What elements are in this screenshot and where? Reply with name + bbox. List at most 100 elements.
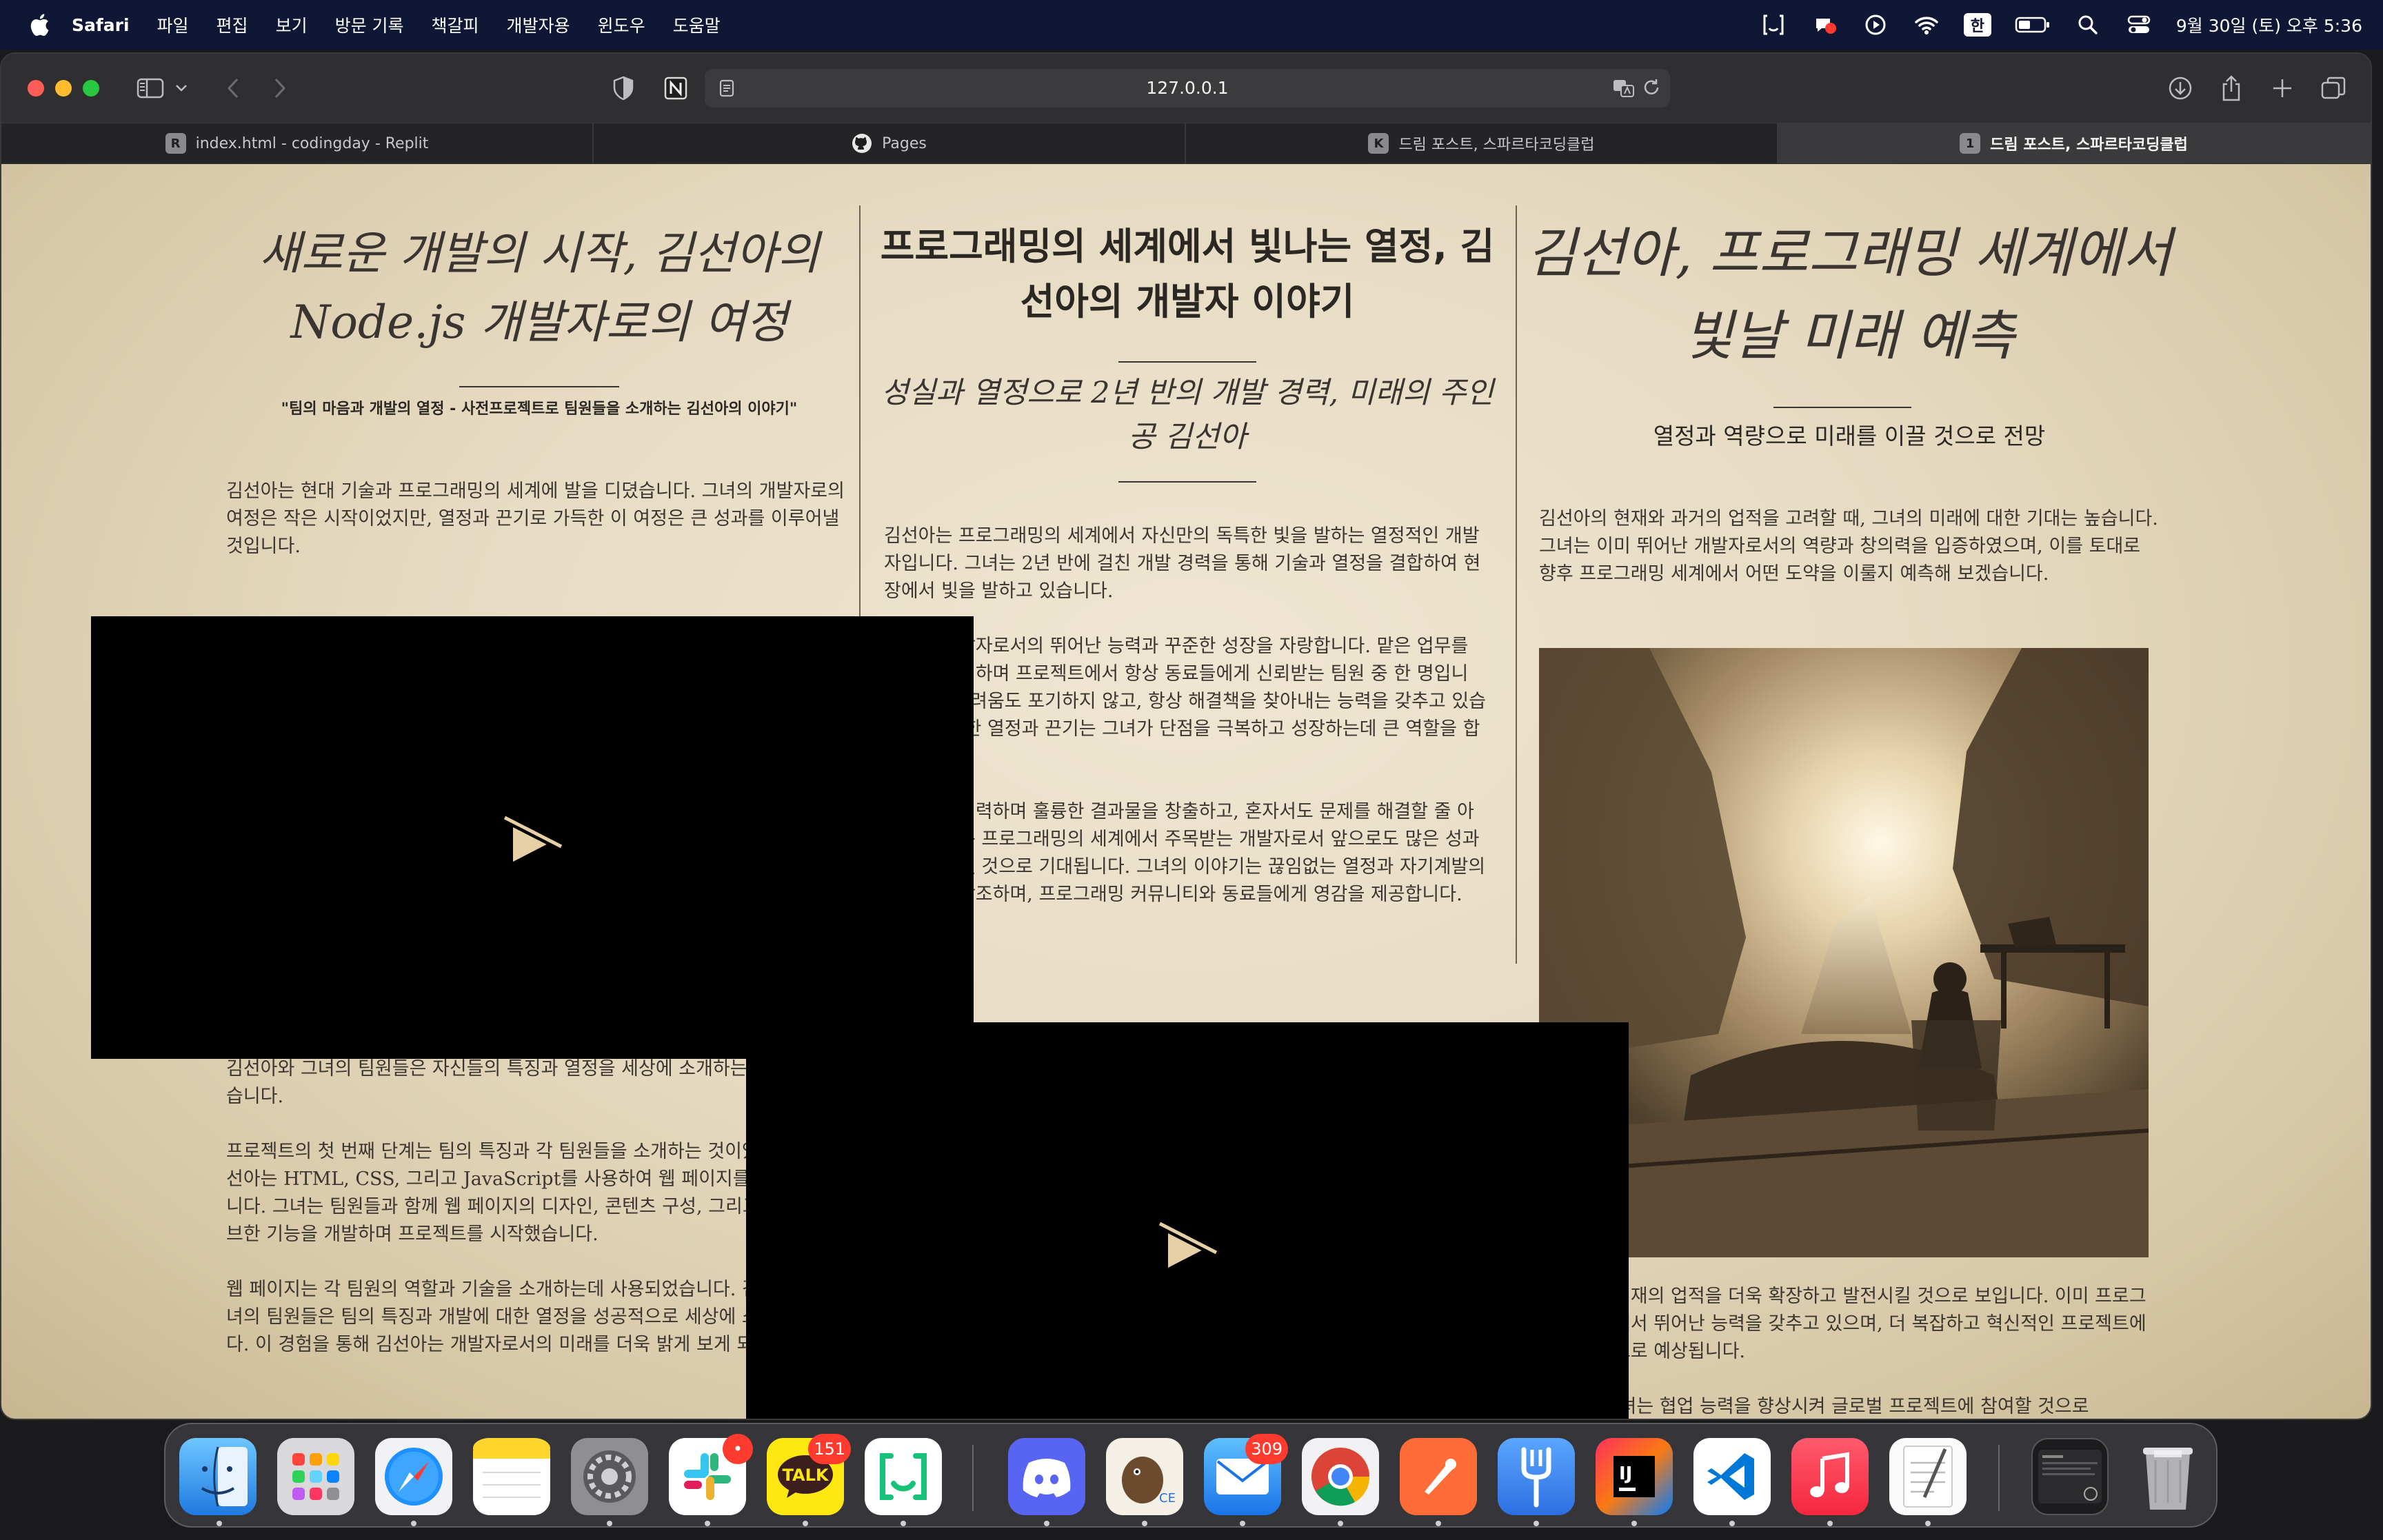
- settings-icon[interactable]: [571, 1438, 648, 1515]
- menu-clock[interactable]: 9월 30일 (토) 오후 5:36: [2176, 12, 2362, 37]
- slack-icon[interactable]: •: [669, 1434, 753, 1515]
- textedit-icon[interactable]: [1889, 1438, 1967, 1515]
- article-3-subtitle: 열정과 역량으로 미래를 이끌 것으로 전망: [1653, 423, 2046, 449]
- video-unavailable-icon[interactable]: [1153, 1213, 1222, 1275]
- running-indicator: [217, 1521, 222, 1526]
- menu-window[interactable]: 윈도우: [598, 12, 645, 37]
- running-indicator: [1436, 1521, 1441, 1526]
- menu-bar: Safari 파일 편집 보기 방문 기록 책갈피 개발자용 윈도우 도움말 한…: [0, 0, 2383, 50]
- intellij-icon[interactable]: IJ: [1596, 1438, 1673, 1515]
- title-divider: [1773, 407, 1911, 408]
- running-indicator: [705, 1521, 710, 1526]
- running-indicator: [1240, 1521, 1245, 1526]
- tab-dream-post-2[interactable]: 1 드림 포스트, 스파르타코딩클럽: [1778, 123, 2371, 163]
- sidebar-toggle-icon[interactable]: [132, 72, 168, 105]
- article-1-paragraph-1: 김선아는 현대 기술과 프로그래밍의 세계에 발을 디뎠습니다. 그녀의 개발자…: [226, 480, 845, 557]
- notes-icon[interactable]: [473, 1438, 550, 1515]
- tab-label: index.html - codingday - Replit: [195, 134, 429, 152]
- running-indicator: [1534, 1521, 1539, 1526]
- url-text[interactable]: 127.0.0.1: [705, 69, 1670, 108]
- input-source-indicator[interactable]: 한: [1963, 13, 1991, 37]
- menu-history[interactable]: 방문 기록: [335, 12, 404, 37]
- bracket-icon[interactable]: [865, 1438, 942, 1515]
- tab-label: 드림 포스트, 스파르타코딩클럽: [1398, 136, 1595, 154]
- article-3-paragraph-1: 김선아의 현재와 과거의 업적을 고려할 때, 그녀의 미래에 대한 기대는 높…: [1539, 508, 2158, 585]
- notification-badge: 309: [1245, 1434, 1288, 1464]
- article-1-title: 새로운 개발의 시작, 김선아의 Node.js 개발자로의 여정: [259, 227, 820, 349]
- page-content: 새로운 개발의 시작, 김선아의 Node.js 개발자로의 여정 "팀의 마음…: [1, 164, 2371, 1419]
- notification-badge: •: [723, 1434, 753, 1464]
- menu-edit[interactable]: 편집: [217, 12, 248, 37]
- back-arrow-icon[interactable]: [217, 72, 250, 105]
- article-1-subtitle: "팀의 마음과 개발의 열정 - 사전프로젝트로 팀원들을 소개하는 김선아의 …: [281, 401, 798, 418]
- discord-icon[interactable]: [1008, 1438, 1085, 1515]
- vscode-icon[interactable]: [1693, 1438, 1771, 1515]
- spotlight-search-icon[interactable]: [2074, 11, 2102, 39]
- replit-favicon: R: [165, 133, 186, 154]
- tab-overview-icon[interactable]: [2317, 72, 2350, 105]
- menu-bookmarks[interactable]: 책갈피: [432, 12, 479, 37]
- tab-github-pages[interactable]: Pages: [594, 123, 1186, 163]
- article-2-paragraph-1: 김선아는 프로그래밍의 세계에서 자신만의 독특한 빛을 발하는 열정적인 개발…: [884, 525, 1481, 602]
- launchpad-icon[interactable]: [277, 1438, 354, 1515]
- column-divider: [1516, 205, 1517, 964]
- menu-view[interactable]: 보기: [276, 12, 308, 37]
- github-icon: [852, 133, 872, 154]
- menu-app-name[interactable]: Safari: [72, 15, 130, 35]
- fork-icon[interactable]: [1498, 1438, 1575, 1515]
- article-3-image: [1539, 648, 2149, 1257]
- chevron-down-icon[interactable]: [171, 72, 192, 105]
- running-indicator: [1925, 1521, 1931, 1526]
- translate-icon[interactable]: [1612, 77, 1636, 99]
- running-indicator: [803, 1521, 808, 1526]
- running-indicator: [607, 1521, 612, 1526]
- chrome-icon[interactable]: [1302, 1438, 1379, 1515]
- postman-icon[interactable]: [1400, 1438, 1477, 1515]
- video-player-1[interactable]: [91, 616, 974, 1059]
- tab-replit[interactable]: R index.html - codingday - Replit: [1, 123, 594, 163]
- new-tab-plus-icon[interactable]: [2266, 72, 2299, 105]
- video-unavailable-icon[interactable]: [498, 807, 567, 869]
- menu-file[interactable]: 파일: [157, 12, 189, 37]
- safari-window: 127.0.0.1 R index.html - codingday - Rep…: [0, 52, 2372, 1420]
- menu-help[interactable]: 도움말: [673, 12, 721, 37]
- trash-icon[interactable]: [2129, 1438, 2206, 1515]
- dbeaver-icon[interactable]: CE: [1106, 1438, 1183, 1515]
- wifi-icon[interactable]: [1913, 11, 1940, 39]
- music-icon[interactable]: [1791, 1438, 1869, 1515]
- address-bar[interactable]: 127.0.0.1: [705, 69, 1670, 108]
- tab-bar: R index.html - codingday - Replit Pages …: [1, 123, 2371, 163]
- share-icon[interactable]: [2215, 72, 2248, 105]
- window-thumbnail-icon[interactable]: [2031, 1438, 2109, 1515]
- safari-icon[interactable]: [375, 1438, 452, 1515]
- video-player-2[interactable]: [746, 1022, 1629, 1419]
- mail-icon[interactable]: 309: [1204, 1434, 1288, 1515]
- zoom-window-button[interactable]: [83, 80, 99, 97]
- menu-develop[interactable]: 개발자용: [507, 12, 570, 37]
- forward-arrow-icon[interactable]: [263, 72, 296, 105]
- kakaotalk-icon[interactable]: TALK 151: [767, 1434, 851, 1515]
- tab-dream-post-1[interactable]: K 드림 포스트, 스파르타코딩클럽: [1186, 123, 1778, 163]
- notion-extension-icon[interactable]: [659, 72, 692, 105]
- dock-separator: [972, 1445, 974, 1511]
- running-indicator: [1631, 1521, 1637, 1526]
- apple-menu-icon[interactable]: [23, 9, 55, 41]
- running-indicator: [1044, 1521, 1049, 1526]
- close-window-button[interactable]: [28, 80, 44, 97]
- finder-icon[interactable]: [179, 1438, 257, 1515]
- downloads-icon[interactable]: [2164, 72, 2197, 105]
- running-indicator: [411, 1521, 416, 1526]
- svg-text:IJ: IJ: [1619, 1463, 1632, 1484]
- article-2-paragraph-3: 동료들과 협력하며 훌륭한 결과물을 창출하고, 혼자서도 문제를 해결할 줄 …: [884, 801, 1486, 905]
- control-center-icon[interactable]: [2125, 11, 2153, 39]
- running-indicator: [901, 1521, 906, 1526]
- tab-label: Pages: [882, 134, 927, 152]
- play-status-icon[interactable]: [1862, 11, 1889, 39]
- reload-icon[interactable]: [1641, 77, 1662, 98]
- battery-icon[interactable]: [2015, 11, 2051, 39]
- tab-label: 드림 포스트, 스파르타코딩클럽: [1990, 136, 2188, 154]
- bracket-status-icon[interactable]: [1760, 11, 1787, 39]
- notification-status-icon[interactable]: [1811, 11, 1838, 39]
- minimize-window-button[interactable]: [55, 80, 72, 97]
- privacy-shield-icon[interactable]: [607, 72, 640, 105]
